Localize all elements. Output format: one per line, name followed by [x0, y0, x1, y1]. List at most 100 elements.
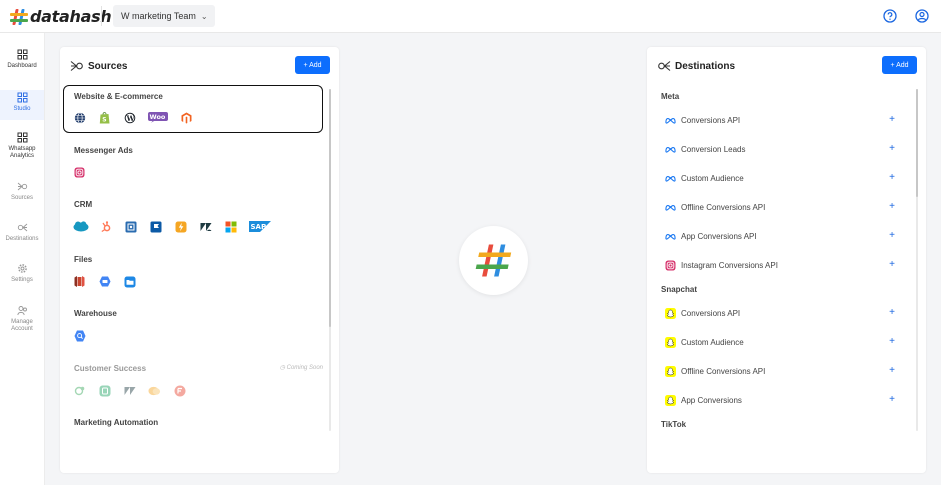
destination-item[interactable]: Instagram Conversions API +: [665, 258, 905, 272]
plus-icon[interactable]: +: [889, 200, 895, 214]
cloud-sql-icon[interactable]: [98, 275, 111, 288]
meta-icon: [665, 144, 676, 155]
destinations-panel: Destinations + Add Meta Conversions API …: [647, 47, 926, 473]
magento-icon[interactable]: [180, 111, 193, 124]
grid-icon: [17, 49, 27, 60]
destinations-scrollbar[interactable]: [916, 89, 918, 431]
destination-item[interactable]: App Conversions API +: [665, 229, 905, 243]
hubspot-icon[interactable]: [99, 220, 112, 233]
add-destination-button[interactable]: + Add: [882, 56, 917, 74]
brand-name: datahash: [30, 7, 112, 26]
destination-item[interactable]: Conversion Leads +: [665, 142, 905, 156]
sidebar-item-manage-account[interactable]: Manage Account: [0, 305, 44, 333]
destination-item[interactable]: Custom Audience +: [665, 335, 905, 349]
plus-icon[interactable]: +: [889, 335, 895, 349]
messenger-ads-icons: [73, 166, 98, 179]
sidebar-item-dashboard[interactable]: Dashboard: [0, 49, 44, 70]
windows-icon[interactable]: [224, 220, 237, 233]
sidebar-item-label: Destinations: [5, 236, 39, 242]
destinations-scrollbar-thumb[interactable]: [916, 89, 918, 197]
svg-text:W: W: [125, 113, 134, 122]
svg-text:S: S: [102, 117, 106, 124]
sources-scrollbar[interactable]: [329, 89, 331, 431]
warehouse-icons: [73, 329, 98, 342]
destination-label: App Conversions API: [681, 231, 757, 241]
website-ecommerce-icons: S W Woo: [73, 111, 205, 124]
sidebar-item-destinations[interactable]: Destinations: [0, 222, 44, 243]
sidebar: Dashboard Studio Whatsapp Analytics Sour…: [0, 33, 45, 485]
globe-icon[interactable]: [73, 111, 86, 124]
destination-item[interactable]: Offline Conversions API +: [665, 364, 905, 378]
logo[interactable]: datahash: [10, 7, 112, 26]
plus-icon[interactable]: +: [889, 393, 895, 407]
crm-icons: SAP: [73, 220, 283, 233]
bigquery-icon[interactable]: [73, 329, 86, 342]
plus-icon[interactable]: +: [889, 229, 895, 243]
sidebar-item-studio[interactable]: Studio: [0, 90, 44, 120]
s3-icon[interactable]: [73, 275, 86, 288]
group-title: Files: [74, 255, 93, 264]
group-title: Warehouse: [74, 309, 117, 318]
sap-icon[interactable]: SAP: [249, 220, 271, 233]
destination-item[interactable]: Conversions API +: [665, 306, 905, 320]
destination-item[interactable]: Custom Audience +: [665, 171, 905, 185]
sidebar-item-whatsapp-analytics[interactable]: Whatsapp Analytics: [0, 132, 44, 160]
meta-icon: [665, 231, 676, 242]
users-icon: [16, 306, 27, 316]
meta-icon: [665, 173, 676, 184]
group-title: Website & E-commerce: [74, 92, 163, 101]
sources-title: Sources: [88, 61, 128, 72]
plus-icon[interactable]: +: [889, 306, 895, 320]
crm-flag-icon[interactable]: [149, 220, 162, 233]
grid-icon: [17, 92, 27, 103]
crm-box-icon[interactable]: [124, 220, 137, 233]
salesforce-icon[interactable]: [73, 220, 89, 233]
datahash-hub: [459, 226, 528, 295]
svg-text:SAP: SAP: [251, 223, 267, 231]
customer-success-icons: [73, 384, 198, 397]
plus-icon[interactable]: +: [889, 258, 895, 272]
sidebar-item-label: Sources: [10, 195, 33, 201]
add-source-button[interactable]: + Add: [295, 56, 330, 74]
datahash-hub-icon: [475, 244, 512, 277]
group-title: Messenger Ads: [74, 146, 133, 155]
team-select[interactable]: W marketing Team ⌄: [113, 5, 215, 27]
instagram-icon[interactable]: [73, 166, 86, 179]
sidebar-item-label: Whatsapp Analytics: [8, 146, 36, 159]
group-title: Marketing Automation: [74, 418, 159, 427]
group-title: CRM: [74, 200, 93, 209]
destination-label: Conversions API: [681, 308, 741, 318]
destination-item[interactable]: App Conversions +: [665, 393, 905, 407]
plus-icon[interactable]: +: [889, 113, 895, 127]
destination-label: Conversion Leads: [681, 144, 746, 154]
instagram-icon: [665, 260, 676, 271]
sidebar-item-label: Studio: [13, 106, 31, 112]
woocommerce-icon[interactable]: Woo: [148, 111, 168, 124]
meta-icon: [665, 202, 676, 213]
zendesk-icon[interactable]: [199, 220, 212, 233]
destination-item[interactable]: Offline Conversions API +: [665, 200, 905, 214]
gear-icon: [17, 264, 27, 273]
destination-label: Custom Audience: [681, 337, 744, 347]
user-circle-icon[interactable]: [915, 9, 929, 23]
wordpress-icon[interactable]: W: [123, 111, 136, 124]
help-circle-icon[interactable]: [883, 9, 897, 23]
sidebar-item-settings[interactable]: Settings: [0, 263, 44, 284]
plus-icon[interactable]: +: [889, 142, 895, 156]
cs-5-icon: [173, 384, 186, 397]
sidebar-item-sources[interactable]: Sources: [0, 181, 44, 202]
sources-scrollbar-thumb[interactable]: [329, 89, 331, 327]
sidebar-item-label: Settings: [11, 277, 33, 283]
coming-soon-badge: ◷ Coming Soon: [280, 364, 323, 371]
top-bar: datahash W marketing Team ⌄: [0, 0, 941, 33]
folder-icon[interactable]: [123, 275, 136, 288]
sidebar-item-label: Manage Account: [11, 319, 33, 332]
destination-item[interactable]: Conversions API +: [665, 113, 905, 127]
group-title: Customer Success: [74, 364, 147, 373]
shopify-icon[interactable]: S: [98, 111, 111, 124]
destinations-icon: [658, 61, 671, 71]
plus-icon[interactable]: +: [889, 171, 895, 185]
plus-icon[interactable]: +: [889, 364, 895, 378]
zoho-bolt-icon[interactable]: [174, 220, 187, 233]
snapchat-icon: [665, 365, 676, 377]
